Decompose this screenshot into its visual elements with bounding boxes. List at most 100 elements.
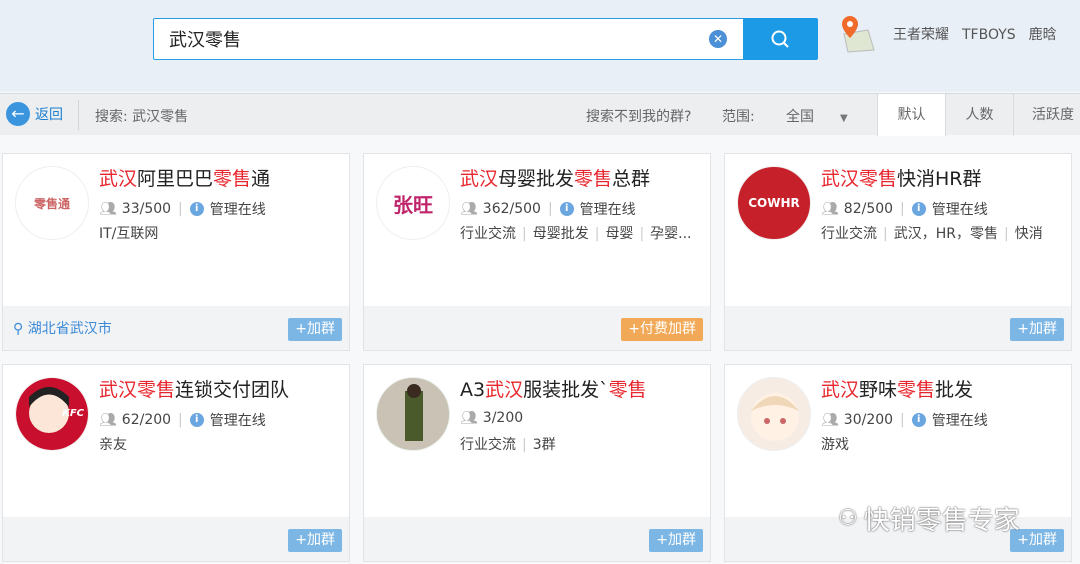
title-segment: 野味 — [859, 379, 898, 401]
title-segment: 阿里巴巴 — [137, 168, 214, 190]
tag: 行业交流 — [460, 437, 516, 453]
group-meta: 👥︎ 30/200 | i 管理在线 — [821, 410, 988, 430]
search-input[interactable] — [154, 19, 674, 59]
tag: 行业交流 — [460, 226, 516, 242]
divider: | — [883, 226, 888, 242]
tag: 亲友 — [99, 437, 127, 453]
members-icon: 👥︎ — [821, 201, 839, 217]
tab-activity[interactable]: 活跃度 — [1013, 94, 1080, 136]
group-tags: IT/互联网 — [99, 223, 158, 243]
group-title[interactable]: 武汉零售连锁交付团队 — [99, 375, 289, 402]
search-button[interactable] — [743, 18, 818, 60]
hot-link[interactable]: TFBOYS — [962, 27, 1016, 43]
info-icon: i — [911, 413, 926, 427]
title-segment: 快消HR群 — [897, 168, 982, 190]
scope-select[interactable]: 全国 ▼ — [786, 106, 848, 126]
divider: | — [178, 201, 183, 217]
members-icon: 👥︎ — [821, 412, 839, 428]
group-meta: 👥︎ 62/200 | i 管理在线 — [99, 410, 266, 430]
avatar-text: COWHR — [748, 196, 800, 210]
group-avatar — [376, 377, 450, 451]
group-meta: 👥︎ 33/500 | i 管理在线 — [99, 199, 266, 219]
join-button[interactable]: +加群 — [288, 529, 342, 552]
divider: | — [639, 226, 645, 242]
card-footer: ⚲ 湖北省武汉市 +加群 — [3, 306, 349, 350]
scope-label: 范围: — [722, 109, 755, 125]
group-tags: 行业交流 | 母婴批发 | 母婴 | 孕婴... — [460, 223, 692, 243]
toolbar: ← 返回 搜索: 武汉零售 搜索不到我的群? 范围: 全国 ▼ 默认 人数 活跃度 — [0, 93, 1080, 136]
avatar-text: 张旺 — [393, 192, 433, 217]
title-segment: 批发 — [935, 379, 974, 401]
admin-status: 管理在线 — [931, 202, 988, 218]
map-location-icon[interactable] — [838, 14, 876, 54]
tab-members[interactable]: 人数 — [945, 94, 1013, 136]
group-tags: 亲友 — [99, 434, 127, 454]
hot-link[interactable]: 鹿晗 — [1029, 27, 1057, 43]
group-meta: 👥︎ 82/500 | i 管理在线 — [821, 199, 988, 219]
divider: | — [522, 226, 527, 242]
location-text: 湖北省武汉市 — [27, 321, 112, 337]
back-button[interactable]: ← 返回 — [6, 102, 63, 126]
title-segment: 零售 — [897, 379, 936, 401]
join-button[interactable]: +加群 — [288, 318, 342, 341]
tag: 武汉，HR，零售 — [893, 226, 998, 242]
divider: | — [522, 437, 527, 453]
group-title[interactable]: A3武汉服装批发`零售 — [460, 375, 647, 402]
title-segment: 武汉 — [99, 168, 138, 190]
location-pin-icon: ⚲ — [13, 321, 28, 337]
group-avatar — [737, 377, 811, 451]
members-icon: 👥︎ — [99, 201, 117, 217]
group-card[interactable]: 零售通 武汉阿里巴巴零售通 👥︎ 33/500 | i 管理在线 IT/互联网 ⚲ 湖北省武汉市… — [2, 153, 350, 351]
title-segment: 服装批发` — [523, 379, 609, 401]
group-avatar: 张旺 — [376, 166, 450, 240]
paid-join-button[interactable]: +付费加群 — [621, 318, 703, 341]
hot-link[interactable]: 王者荣耀 — [893, 27, 949, 43]
search-icon — [771, 30, 789, 48]
title-segment: 武汉 — [485, 379, 524, 401]
member-count: 62/200 — [121, 412, 172, 428]
group-avatar: 零售通 — [15, 166, 89, 240]
not-found-link[interactable]: 搜索不到我的群? — [586, 106, 691, 126]
header: ✕ 王者荣耀 TFBOYS 鹿晗 — [0, 0, 1080, 92]
divider: | — [594, 226, 600, 242]
title-segment: 通 — [251, 168, 271, 190]
members-icon: 👥︎ — [460, 201, 478, 217]
title-segment: 零售 — [608, 379, 647, 401]
chevron-down-icon: ▼ — [840, 113, 848, 124]
watermark-text: 快销零售专家 — [863, 506, 1020, 536]
group-title[interactable]: 武汉阿里巴巴零售通 — [99, 164, 270, 191]
tab-default[interactable]: 默认 — [877, 94, 945, 136]
group-card[interactable]: KFC 武汉零售连锁交付团队 👥︎ 62/200 | i 管理在线 亲友 +加群 — [2, 364, 350, 562]
info-icon: i — [189, 413, 204, 427]
title-segment: 武汉零售 — [99, 379, 176, 401]
admin-status: 管理在线 — [931, 413, 988, 429]
join-button[interactable]: +加群 — [649, 529, 703, 552]
location-link[interactable]: ⚲ 湖北省武汉市 — [13, 318, 112, 338]
group-card[interactable]: COWHR 武汉零售快消HR群 👥︎ 82/500 | i 管理在线 行业交流 | 武汉，HR，零… — [724, 153, 1072, 351]
tag: 孕婴... — [650, 226, 692, 242]
group-avatar: KFC — [15, 377, 89, 451]
divider: | — [1003, 226, 1009, 242]
divider: | — [178, 412, 183, 428]
tag: 母婴批发 — [532, 226, 589, 242]
card-footer: +加群 — [3, 517, 349, 561]
group-avatar: COWHR — [737, 166, 811, 240]
member-count: 3/200 — [482, 410, 524, 426]
divider: | — [900, 201, 905, 217]
back-label: 返回 — [35, 107, 63, 123]
avatar-text: KFC — [62, 408, 84, 419]
group-title[interactable]: 武汉零售快消HR群 — [821, 164, 982, 191]
wechat-icon: ⚇ — [838, 506, 858, 531]
join-button[interactable]: +加群 — [1010, 318, 1064, 341]
group-title[interactable]: 武汉母婴批发零售总群 — [460, 164, 650, 191]
tag: IT/互联网 — [99, 226, 159, 242]
group-card[interactable]: 张旺 武汉母婴批发零售总群 👥︎ 362/500 | i 管理在线 行业交流 | 母婴批发 | 母婴 |… — [363, 153, 711, 351]
clear-icon[interactable]: ✕ — [709, 30, 727, 48]
title-segment: 零售 — [574, 168, 613, 190]
tag: 母婴 — [605, 226, 634, 242]
group-title[interactable]: 武汉野味零售批发 — [821, 375, 973, 402]
title-segment: 零售 — [213, 168, 252, 190]
group-tags: 游戏 — [821, 434, 849, 454]
admin-status: 管理在线 — [209, 202, 266, 218]
group-card[interactable]: A3武汉服装批发`零售 👥︎ 3/200 行业交流 | 3群 +加群 — [363, 364, 711, 562]
